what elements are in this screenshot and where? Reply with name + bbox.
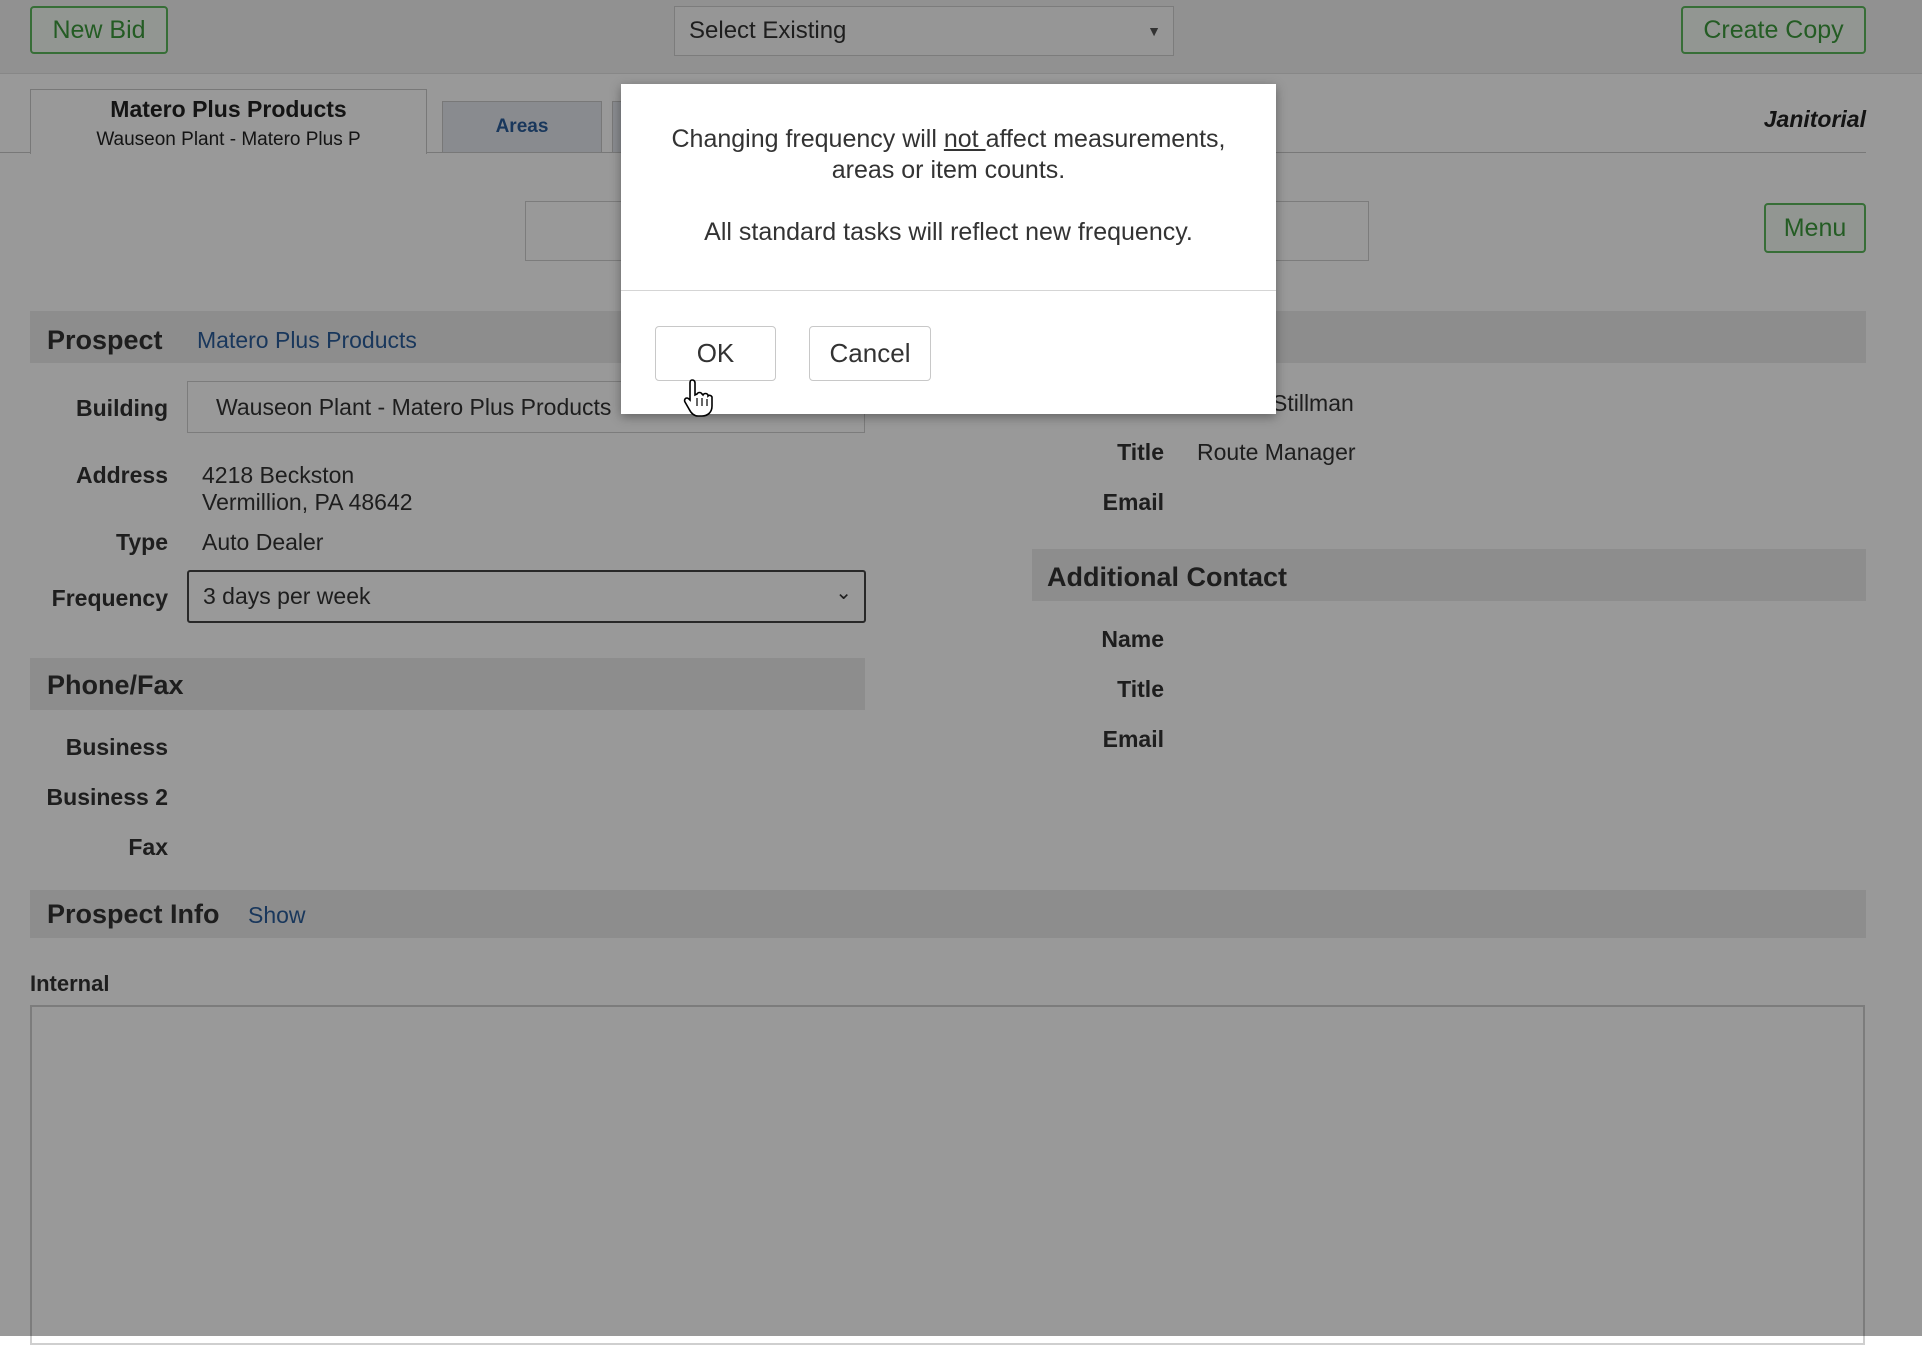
dialog-message-emphasis: not xyxy=(943,125,986,153)
dialog-secondary-message: All standard tasks will reflect new freq… xyxy=(704,218,1193,246)
cancel-button[interactable]: Cancel xyxy=(809,326,931,381)
dialog-message-post: affect measurements, xyxy=(985,125,1226,153)
dialog-divider xyxy=(621,290,1276,291)
ok-button[interactable]: OK xyxy=(655,326,776,381)
frequency-change-dialog: Changing frequency will not affect measu… xyxy=(621,84,1276,414)
hand-cursor-icon xyxy=(683,379,713,417)
dialog-message-line2: areas or item counts. xyxy=(831,156,1066,184)
dialog-message: Changing frequency will not affect measu… xyxy=(621,124,1276,186)
dialog-message-pre: Changing frequency will xyxy=(671,125,944,153)
